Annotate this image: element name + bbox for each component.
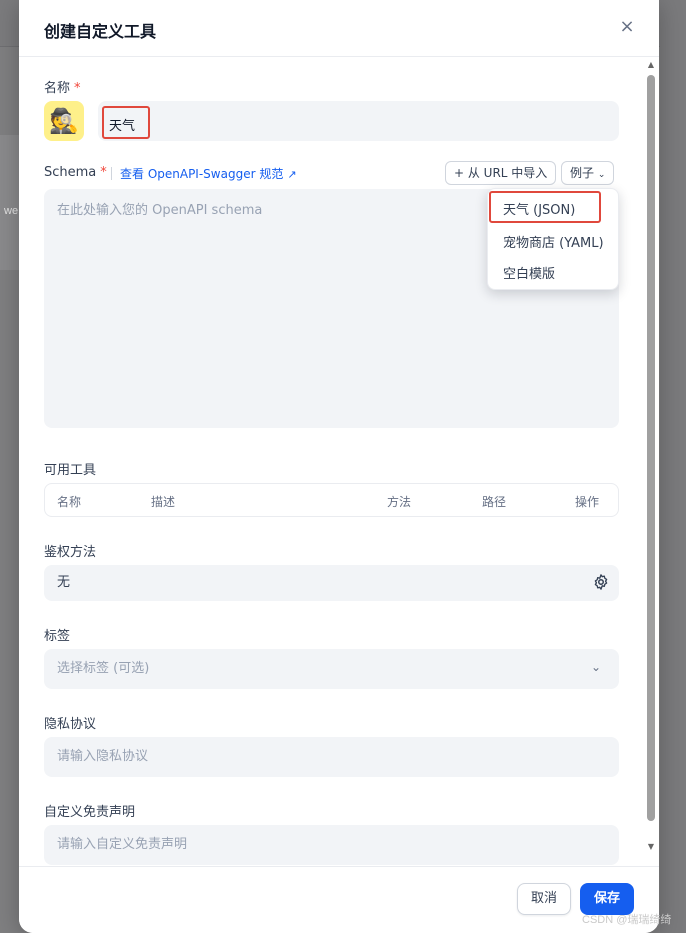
required-mark: * (74, 81, 81, 96)
examples-button-label: 例子 (570, 166, 595, 180)
tool-avatar-icon[interactable]: 🕵️ (44, 101, 84, 141)
column-header-path: 路径 (482, 495, 507, 509)
tags-label: 标签 (44, 629, 71, 644)
divider (111, 167, 112, 180)
example-item-petstore-yaml[interactable]: 宠物商店 (YAML) (503, 232, 604, 251)
watermark: CSDN @瑞瑞绮绮 (582, 914, 672, 926)
tags-select[interactable]: 选择标签 (可选) (44, 649, 619, 689)
schema-label: Schema * (44, 165, 107, 180)
schema-label-text: Schema (44, 165, 97, 180)
schema-placeholder: 在此处输入您的 OpenAPI schema (57, 203, 263, 218)
name-label: 名称 * (44, 77, 81, 96)
scrollbar-thumb[interactable] (647, 75, 655, 821)
disclaimer-label: 自定义免责声明 (44, 805, 136, 820)
create-tool-modal: 创建自定义工具 × 名称 * 🕵️ 天气 Schema * 查看 OpenAPI-S… (19, 0, 659, 933)
auth-method-label: 鉴权方法 (44, 545, 97, 560)
chevron-down-icon: ⌄ (597, 170, 606, 180)
privacy-input[interactable]: 请输入隐私协议 (44, 737, 619, 777)
scroll-down-arrow-icon[interactable]: ▼ (646, 842, 656, 851)
tags-placeholder: 选择标签 (可选) (57, 661, 150, 676)
example-item-blank-template[interactable]: 空白模版 (503, 263, 555, 282)
close-icon[interactable]: × (617, 17, 637, 37)
examples-button[interactable]: 例子 ⌄ (561, 161, 615, 185)
chevron-down-icon: ⌄ (591, 660, 602, 674)
column-header-description: 描述 (151, 495, 176, 509)
privacy-placeholder: 请输入隐私协议 (57, 749, 149, 764)
column-header-method: 方法 (387, 495, 412, 509)
disclaimer-placeholder: 请输入自定义免责声明 (57, 837, 188, 852)
openapi-spec-link[interactable]: 查看 OpenAPI-Swagger 规范 ↗ (120, 165, 297, 182)
gear-icon[interactable] (592, 573, 610, 591)
import-from-url-button[interactable]: + 从 URL 中导入 (445, 161, 557, 185)
name-input[interactable] (98, 101, 619, 141)
column-header-actions: 操作 (575, 495, 600, 509)
background-text: we (4, 205, 19, 217)
tools-table: 名称 描述 方法 路径 操作 (44, 483, 619, 517)
privacy-label: 隐私协议 (44, 717, 97, 732)
external-link-icon: ↗ (287, 168, 297, 181)
auth-method-value: 无 (57, 575, 71, 590)
openapi-spec-link-text: 查看 OpenAPI-Swagger 规范 (120, 167, 284, 181)
available-tools-label: 可用工具 (44, 463, 97, 478)
disclaimer-input[interactable]: 请输入自定义免责声明 (44, 825, 619, 865)
highlight-box-name (102, 106, 150, 139)
name-label-text: 名称 (44, 81, 71, 96)
scroll-up-arrow-icon[interactable]: ▲ (646, 60, 656, 69)
cancel-button[interactable]: 取消 (517, 883, 571, 915)
highlight-box-example (489, 191, 601, 223)
background-right (660, 0, 686, 933)
column-header-name: 名称 (57, 495, 82, 509)
required-mark: * (100, 165, 107, 180)
modal-header: 创建自定义工具 × (19, 0, 659, 57)
auth-method-field[interactable]: 无 (44, 565, 619, 601)
modal-title: 创建自定义工具 (44, 22, 157, 41)
